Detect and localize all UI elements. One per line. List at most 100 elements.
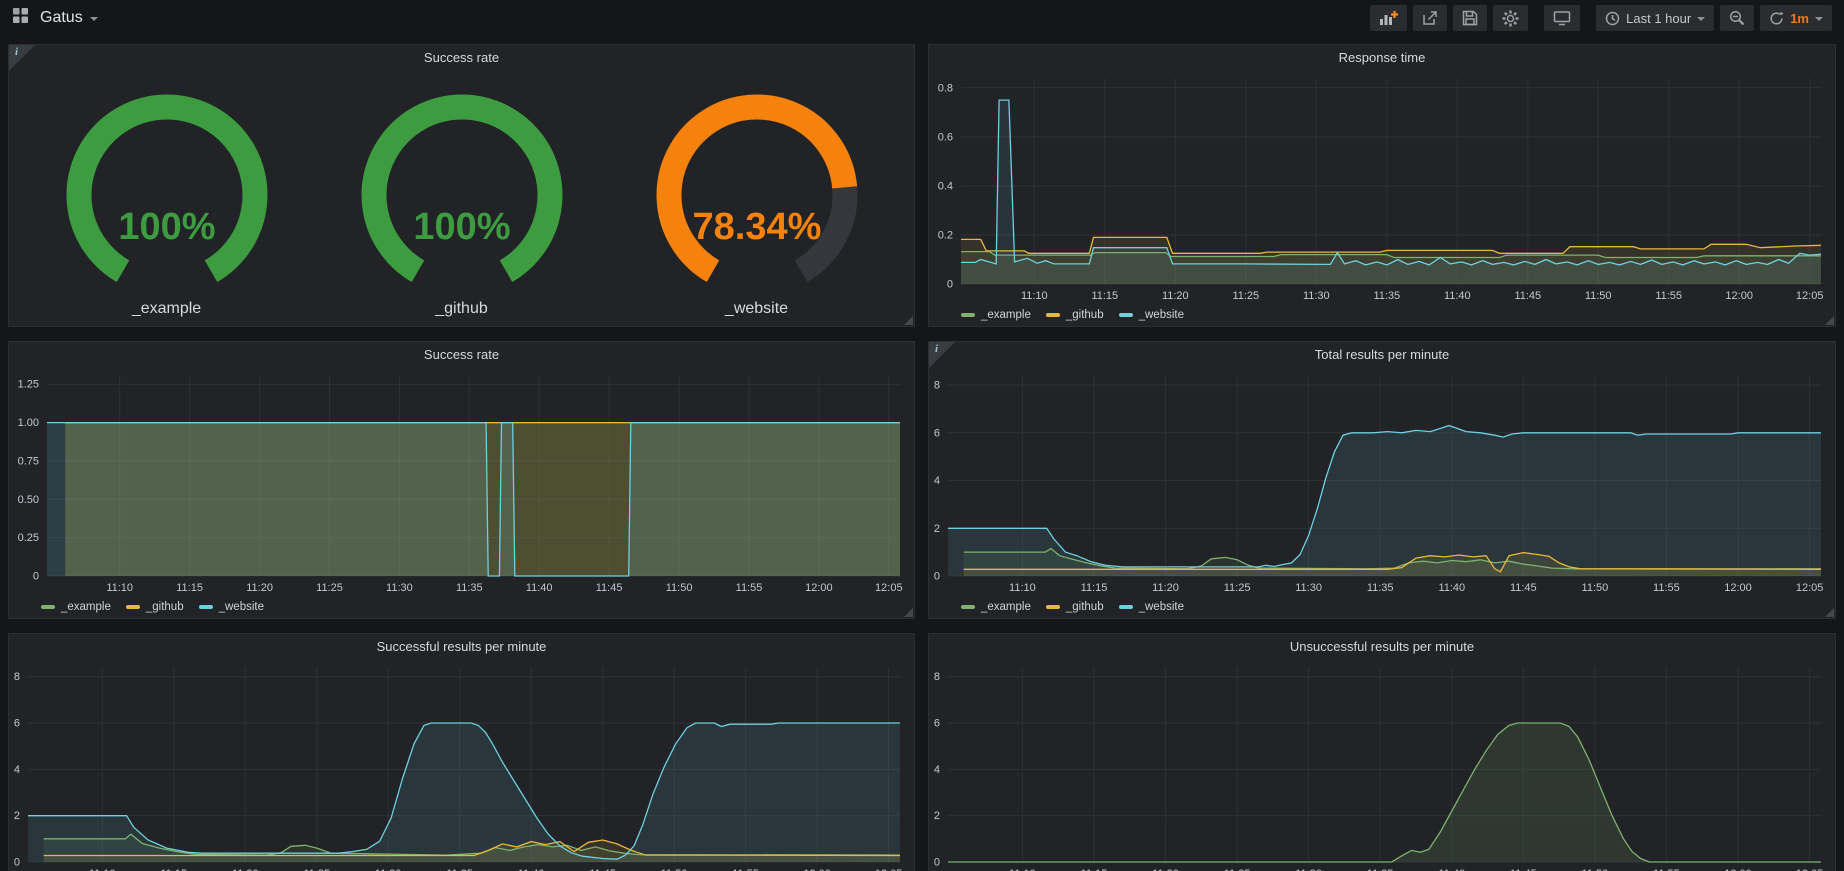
svg-text:11:30: 11:30 xyxy=(1303,290,1330,302)
panel-title-unsuccessful-results[interactable]: Unsuccessful results per minute xyxy=(929,634,1835,659)
save-button[interactable] xyxy=(1453,5,1487,31)
svg-text:4: 4 xyxy=(14,764,20,776)
panel-resize-handle[interactable] xyxy=(904,316,913,325)
svg-text:1.25: 1.25 xyxy=(18,379,39,391)
zoom-out-button[interactable] xyxy=(1720,5,1754,31)
svg-text:0: 0 xyxy=(934,857,940,869)
legend-total-results: _example _github _website xyxy=(929,596,1835,618)
legend-item-_website[interactable]: _website xyxy=(1119,601,1184,613)
gauge-value: 100% xyxy=(413,206,510,248)
svg-text:12:05: 12:05 xyxy=(875,582,903,594)
svg-text:11:55: 11:55 xyxy=(1655,290,1682,302)
legend-item-_github[interactable]: _github xyxy=(1046,309,1104,321)
panel-success-rate-gauges: i Success rate 100%_example100%_github78… xyxy=(8,44,915,327)
svg-text:12:00: 12:00 xyxy=(805,582,833,594)
share-button[interactable] xyxy=(1413,5,1447,31)
svg-text:11:45: 11:45 xyxy=(596,582,623,594)
svg-text:12:00: 12:00 xyxy=(1725,290,1753,302)
svg-text:4: 4 xyxy=(934,764,940,776)
legend-item-_example[interactable]: _example xyxy=(961,601,1031,613)
svg-text:0.8: 0.8 xyxy=(938,82,953,94)
gauge-_example: 100%_example xyxy=(22,83,312,318)
settings-gear-icon[interactable] xyxy=(1493,5,1528,31)
svg-text:11:45: 11:45 xyxy=(1510,582,1537,594)
svg-text:0.2: 0.2 xyxy=(938,230,953,242)
panel-title-successful-results[interactable]: Successful results per minute xyxy=(9,634,914,659)
panel-title-success-rate-gauges[interactable]: Success rate xyxy=(9,45,914,70)
panel-title-response-time[interactable]: Response time xyxy=(929,45,1835,70)
panel-total-results: i Total results per minute 11:1011:1511:… xyxy=(928,341,1836,619)
svg-text:12:05: 12:05 xyxy=(1796,582,1824,594)
legend-color-dash xyxy=(1119,313,1133,317)
svg-text:11:10: 11:10 xyxy=(1009,582,1036,594)
svg-text:11:55: 11:55 xyxy=(736,582,763,594)
legend-item-_website[interactable]: _website xyxy=(1119,309,1184,321)
legend-color-dash xyxy=(1046,605,1060,609)
panel-title-total-results[interactable]: Total results per minute xyxy=(929,342,1835,367)
chart-svg-response-time[interactable]: 11:1011:1511:2011:2511:3011:3511:4011:45… xyxy=(929,70,1835,304)
svg-text:11:25: 11:25 xyxy=(316,582,343,594)
chart-area-successful-results[interactable]: 11:1011:1511:2011:2511:3011:3511:4011:45… xyxy=(9,659,914,871)
chart-svg-unsuccessful-results[interactable]: 11:1011:1511:2011:2511:3011:3511:4011:45… xyxy=(929,659,1835,871)
dashboard-grid: i Success rate 100%_example100%_github78… xyxy=(0,36,1844,871)
svg-text:11:20: 11:20 xyxy=(1162,290,1189,302)
svg-text:11:50: 11:50 xyxy=(666,582,693,594)
gauge-label: _example xyxy=(22,300,312,318)
svg-text:2: 2 xyxy=(934,810,940,822)
svg-text:11:15: 11:15 xyxy=(1091,290,1118,302)
panel-title-success-rate-timeseries[interactable]: Success rate xyxy=(9,342,914,367)
legend-color-dash xyxy=(1046,313,1060,317)
dashboard-title[interactable]: Gatus xyxy=(40,9,83,27)
panel-successful-results: Successful results per minute 11:1011:15… xyxy=(8,633,915,871)
svg-text:6: 6 xyxy=(14,718,20,730)
chart-area-total-results[interactable]: 11:1011:1511:2011:2511:3011:3511:4011:45… xyxy=(929,367,1835,596)
time-range-caret-down-icon xyxy=(1697,17,1705,21)
legend-response-time: _example _github _website xyxy=(929,304,1835,326)
svg-text:11:25: 11:25 xyxy=(1224,582,1251,594)
svg-text:2: 2 xyxy=(14,810,20,822)
legend-series-name: _example xyxy=(981,309,1031,321)
svg-text:0.25: 0.25 xyxy=(18,532,39,544)
legend-color-dash xyxy=(961,313,975,317)
legend-item-_example[interactable]: _example xyxy=(41,601,111,613)
panel-info-icon[interactable]: i xyxy=(9,45,35,71)
panel-resize-handle[interactable] xyxy=(904,608,913,617)
legend-color-dash xyxy=(1119,605,1133,609)
svg-text:11:25: 11:25 xyxy=(1232,290,1259,302)
svg-text:11:20: 11:20 xyxy=(246,582,273,594)
legend-item-_github[interactable]: _github xyxy=(1046,601,1104,613)
svg-text:11:35: 11:35 xyxy=(456,582,483,594)
gauge-row: 100%_example100%_github78.34%_website xyxy=(9,70,914,326)
svg-text:0: 0 xyxy=(934,571,940,583)
legend-series-name: _example xyxy=(981,601,1031,613)
chart-svg-success-rate[interactable]: 11:1011:1511:2011:2511:3011:3511:4011:45… xyxy=(9,367,914,596)
legend-item-_github[interactable]: _github xyxy=(126,601,184,613)
refresh-interval-value: 1m xyxy=(1790,11,1809,26)
svg-text:11:40: 11:40 xyxy=(526,582,553,594)
apps-grid-icon[interactable] xyxy=(12,7,29,29)
refresh-interval-button[interactable]: 1m xyxy=(1760,5,1832,31)
panel-resize-handle[interactable] xyxy=(1825,608,1834,617)
svg-text:12:00: 12:00 xyxy=(1724,582,1752,594)
time-range-picker[interactable]: Last 1 hour xyxy=(1596,5,1714,31)
svg-text:2: 2 xyxy=(934,523,940,535)
svg-text:11:15: 11:15 xyxy=(176,582,203,594)
add-panel-button[interactable] xyxy=(1370,5,1407,31)
chart-area-unsuccessful-results[interactable]: 11:1011:1511:2011:2511:3011:3511:4011:45… xyxy=(929,659,1835,871)
svg-text:8: 8 xyxy=(934,380,940,392)
panel-info-icon[interactable]: i xyxy=(929,342,955,368)
legend-color-dash xyxy=(199,605,213,609)
chart-area-success-rate[interactable]: 11:1011:1511:2011:2511:3011:3511:4011:45… xyxy=(9,367,914,596)
time-range-label: Last 1 hour xyxy=(1626,11,1691,26)
legend-item-_example[interactable]: _example xyxy=(961,309,1031,321)
legend-item-_website[interactable]: _website xyxy=(199,601,264,613)
chart-svg-total-results[interactable]: 11:1011:1511:2011:2511:3011:3511:4011:45… xyxy=(929,367,1835,596)
legend-series-name: _example xyxy=(61,601,111,613)
chart-area-response-time[interactable]: 11:1011:1511:2011:2511:3011:3511:4011:45… xyxy=(929,70,1835,304)
dashboard-caret-down-icon[interactable] xyxy=(90,17,98,21)
refresh-caret-down-icon xyxy=(1815,17,1823,21)
legend-series-name: _website xyxy=(1139,601,1184,613)
tv-mode-button[interactable] xyxy=(1544,5,1580,31)
panel-resize-handle[interactable] xyxy=(1825,316,1834,325)
chart-svg-successful-results[interactable]: 11:1011:1511:2011:2511:3011:3511:4011:45… xyxy=(9,659,914,871)
